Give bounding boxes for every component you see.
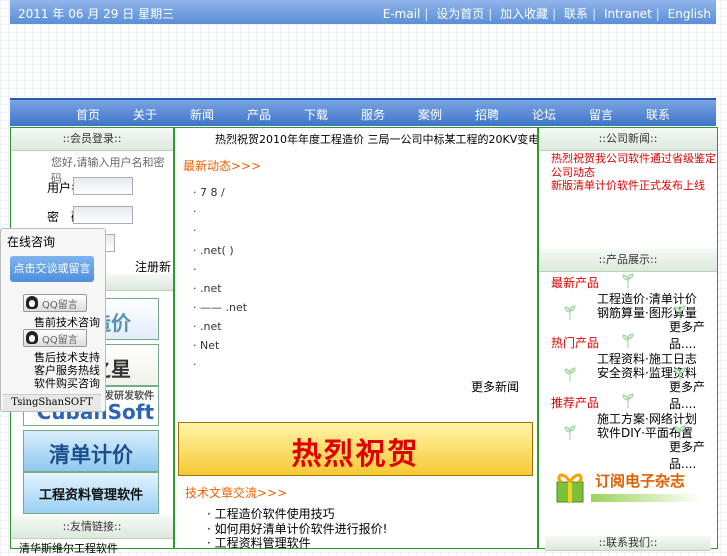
- nav-item[interactable]: 留言: [589, 106, 613, 123]
- contact-label: 软件购买咨询: [34, 377, 100, 390]
- friend-link[interactable]: 清华斯维尔工程软件: [19, 540, 118, 556]
- nav-item[interactable]: 新闻: [190, 106, 214, 123]
- seedling-icon: [564, 425, 576, 440]
- chat-button[interactable]: 点击交谈或留言: [10, 256, 94, 282]
- news-item[interactable]: · 7 8 /: [193, 186, 225, 199]
- news-item[interactable]: ·: [193, 358, 197, 371]
- add-favorite-link[interactable]: 加入收藏: [500, 7, 548, 21]
- company-news-item[interactable]: 新版清单计价软件正式发布上线: [551, 177, 705, 193]
- news-section-title[interactable]: 最新动态>>>: [183, 157, 261, 174]
- seedling-icon: [622, 333, 634, 348]
- set-homepage-link[interactable]: 设为首页: [436, 7, 484, 21]
- contact-label: 售前技术咨询: [34, 316, 100, 329]
- main-column: 热烈祝贺2010年年度工程造价 三局一公司中标某工程的20KV变电站工程施工项目…: [174, 127, 538, 551]
- main-nav: 首页 关于 新闻 产品 下载 服务 案例 招聘 论坛 留言 联系: [10, 98, 716, 126]
- marquee-container: 热烈祝贺2010年年度工程造价 三局一公司中标某工程的20KV变电站工程施工项目…: [175, 131, 537, 147]
- seedling-icon: [674, 305, 686, 320]
- news-item[interactable]: · .net: [193, 282, 222, 295]
- news-item[interactable]: · —— .net: [193, 301, 247, 314]
- seedling-icon: [622, 273, 634, 288]
- congrats-banner[interactable]: 热烈祝贺: [178, 422, 533, 476]
- more-news-link[interactable]: 更多新闻: [471, 378, 519, 395]
- product-tag[interactable]: 最新产品: [551, 274, 599, 291]
- nav-item[interactable]: 关于: [133, 106, 157, 123]
- company-news-header: ::公司新闻::: [539, 128, 717, 151]
- banner-qingdanjijia[interactable]: 清单计价: [23, 430, 159, 472]
- friend-links-header: ::友情链接::: [11, 516, 173, 539]
- news-item[interactable]: · .net: [193, 320, 222, 333]
- seedling-icon: [674, 425, 686, 440]
- online-consult-popup: 在线咨询 点击交谈或留言 QQ留言 售前技术咨询 QQ留言 售后技术支持 客户服…: [0, 228, 106, 412]
- qq-message-button[interactable]: QQ留言: [23, 329, 87, 347]
- username-input[interactable]: [73, 177, 133, 195]
- seedling-icon: [564, 305, 576, 320]
- nav-item[interactable]: 下载: [304, 106, 328, 123]
- top-bar: 2011 年 06 月 29 日 星期三 E-mail | 设为首页 | 加入收藏 |…: [10, 0, 716, 24]
- banner-gongchengziliao[interactable]: 工程资料管理软件: [23, 472, 159, 514]
- password-input[interactable]: [73, 206, 133, 224]
- nav-item[interactable]: 论坛: [532, 106, 556, 123]
- news-item[interactable]: ·: [193, 205, 197, 218]
- date-display: 2011 年 06 月 29 日 星期三: [18, 7, 175, 21]
- news-item[interactable]: · Net: [193, 339, 219, 352]
- subscribe-underline: [591, 494, 701, 502]
- login-header: ::会员登录::: [11, 128, 173, 151]
- popup-footer: TsingShanSOFT: [3, 394, 101, 411]
- marquee-text: 热烈祝贺2010年年度工程造价 三局一公司中标某工程的20KV变电站工程施工项目…: [215, 133, 537, 146]
- nav-item[interactable]: 服务: [361, 106, 385, 123]
- contact-link[interactable]: 联系: [564, 7, 588, 21]
- seedling-icon: [622, 393, 634, 408]
- email-link[interactable]: E-mail: [383, 7, 421, 21]
- news-item[interactable]: ·: [193, 263, 197, 276]
- qq-message-button[interactable]: QQ留言: [23, 294, 87, 312]
- more-products-link[interactable]: 更多产品....: [669, 318, 717, 352]
- gift-icon: [556, 473, 584, 503]
- nav-item[interactable]: 联系: [646, 106, 670, 123]
- nav-item[interactable]: 招聘: [475, 106, 499, 123]
- contact-us-header: ::联系我们::: [545, 536, 711, 551]
- tech-item[interactable]: · 工程资料管理软件: [207, 534, 311, 551]
- penguin-icon: [26, 331, 38, 344]
- top-links: E-mail | 设为首页 | 加入收藏 | 联系 | Intranet | Englis…: [382, 7, 711, 21]
- popup-title: 在线咨询: [7, 235, 56, 249]
- product-tag[interactable]: 热门产品: [551, 334, 599, 351]
- right-column: ::公司新闻:: 热烈祝贺我公司软件通过省级鉴定 公司动态 新版清单计价软件正式…: [538, 127, 718, 551]
- intranet-link[interactable]: Intranet: [604, 7, 652, 21]
- news-item[interactable]: · .net( ): [193, 244, 234, 257]
- news-item[interactable]: ·: [193, 224, 197, 237]
- seedling-icon: [674, 367, 686, 382]
- nav-item[interactable]: 首页: [76, 106, 100, 123]
- product-tag[interactable]: 推荐产品: [551, 394, 599, 411]
- tech-section-title[interactable]: 技术文章交流>>>: [185, 484, 287, 501]
- english-link[interactable]: English: [668, 7, 711, 21]
- seedling-icon: [564, 367, 576, 382]
- nav-item[interactable]: 案例: [418, 106, 442, 123]
- products-header: ::产品展示::: [539, 249, 717, 272]
- penguin-icon: [26, 296, 38, 309]
- more-products-link[interactable]: 更多产品....: [669, 378, 717, 412]
- subscribe-banner[interactable]: 订阅电子杂志: [547, 464, 703, 508]
- nav-item[interactable]: 产品: [247, 106, 271, 123]
